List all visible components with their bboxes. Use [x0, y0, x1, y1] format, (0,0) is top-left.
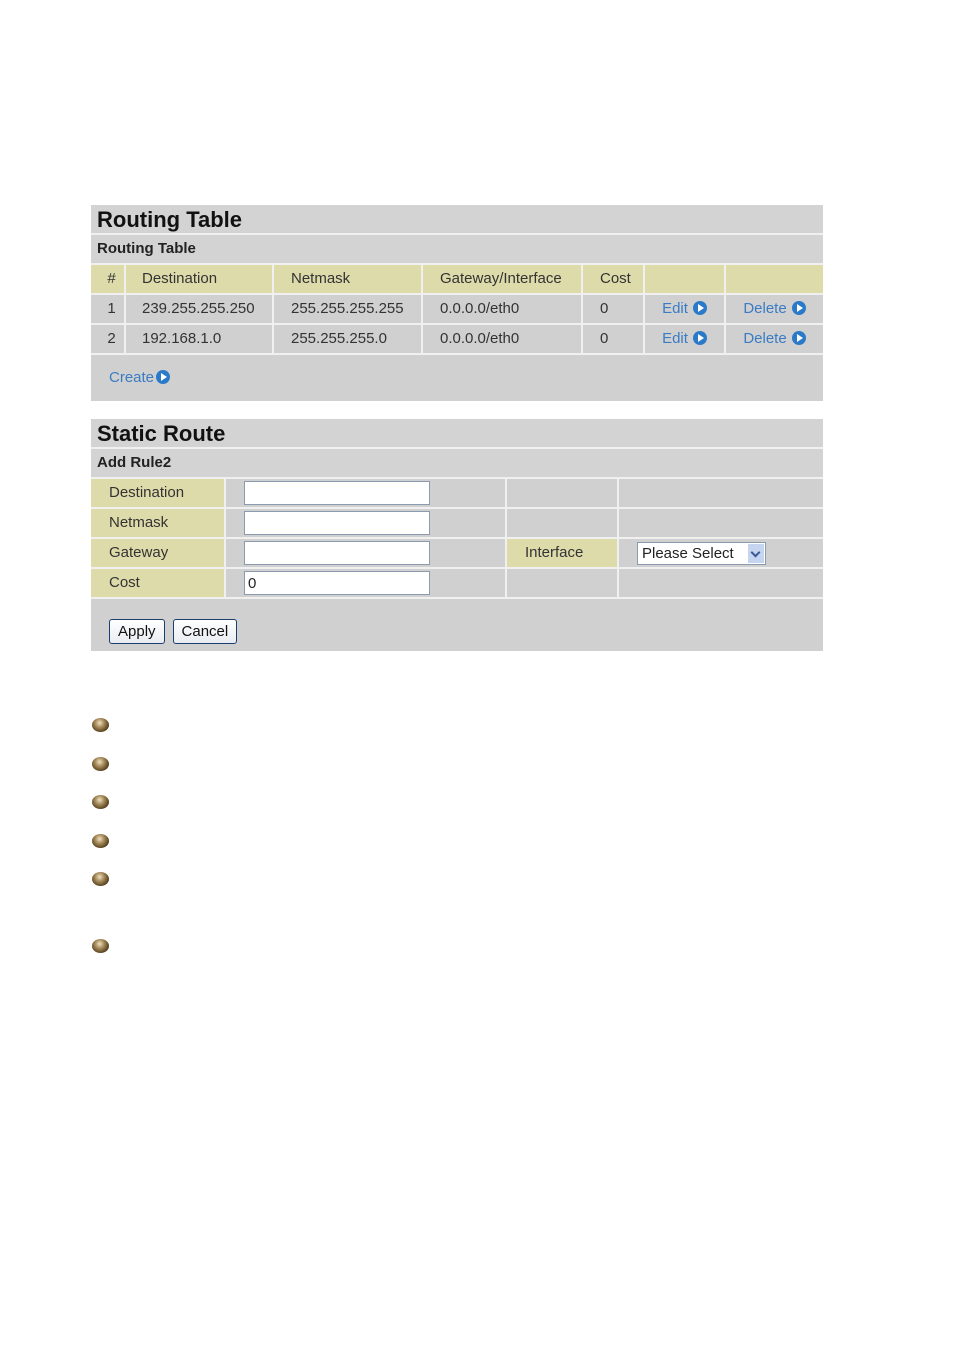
- destination-row: Destination: [91, 479, 823, 509]
- arrow-right-icon[interactable]: [692, 301, 707, 315]
- arrow-right-icon[interactable]: [791, 301, 806, 315]
- arrow-right-icon[interactable]: [692, 331, 707, 345]
- bullet-icon: [92, 939, 109, 953]
- row-cost: 0: [583, 295, 645, 323]
- button-row: Apply Cancel: [91, 599, 823, 644]
- row-netmask: 255.255.255.255: [274, 295, 423, 323]
- column-header-edit: [645, 265, 726, 293]
- row-destination: 192.168.1.0: [126, 325, 274, 353]
- bullet-icon: [92, 872, 109, 886]
- cost-label: Cost: [91, 569, 226, 597]
- interface-label: Interface: [507, 539, 619, 567]
- cost-row: Cost: [91, 569, 823, 599]
- delete-cell: Delete: [726, 295, 823, 323]
- apply-button[interactable]: Apply: [109, 619, 165, 644]
- row-destination: 239.255.255.250: [126, 295, 274, 323]
- column-header-delete: [726, 265, 823, 293]
- row-num: 2: [91, 325, 126, 353]
- edit-link[interactable]: Edit: [662, 330, 688, 347]
- bullet-icon: [92, 834, 109, 848]
- static-route-title: Static Route: [91, 419, 823, 449]
- delete-link[interactable]: Delete: [743, 300, 786, 317]
- row-cost: 0: [583, 325, 645, 353]
- cost-input[interactable]: [244, 571, 430, 595]
- create-link[interactable]: Create: [109, 369, 154, 386]
- netmask-row: Netmask: [91, 509, 823, 539]
- empty-cell: [619, 569, 823, 597]
- bullet-icon: [92, 757, 109, 771]
- interface-select[interactable]: Please Select: [637, 542, 766, 565]
- routing-table-title: Routing Table: [91, 205, 823, 235]
- column-header-destination: Destination: [126, 265, 274, 293]
- chevron-down-icon[interactable]: [748, 544, 764, 563]
- netmask-label: Netmask: [91, 509, 226, 537]
- create-row: Create: [91, 355, 823, 399]
- destination-label: Destination: [91, 479, 226, 507]
- delete-cell: Delete: [726, 325, 823, 353]
- empty-cell: [619, 509, 823, 537]
- empty-cell: [507, 569, 619, 597]
- gateway-row: Gateway Interface Please Select: [91, 539, 823, 569]
- table-row: 1 239.255.255.250 255.255.255.255 0.0.0.…: [91, 295, 823, 325]
- static-route-subtitle: Add Rule2: [91, 449, 823, 479]
- row-netmask: 255.255.255.0: [274, 325, 423, 353]
- arrow-right-icon[interactable]: [791, 331, 806, 345]
- edit-cell: Edit: [645, 325, 726, 353]
- column-header-gateway: Gateway/Interface: [423, 265, 583, 293]
- destination-input[interactable]: [244, 481, 430, 505]
- row-gateway: 0.0.0.0/eth0: [423, 325, 583, 353]
- row-gateway: 0.0.0.0/eth0: [423, 295, 583, 323]
- interface-select-value: Please Select: [642, 545, 734, 562]
- bullet-icon: [92, 795, 109, 809]
- bullet-icon: [92, 718, 109, 732]
- cancel-button[interactable]: Cancel: [172, 619, 238, 644]
- gateway-input[interactable]: [244, 541, 430, 565]
- netmask-input[interactable]: [244, 511, 430, 535]
- routing-table-subtitle: Routing Table: [91, 235, 823, 265]
- empty-cell: [619, 479, 823, 507]
- static-route-panel: Static Route Add Rule2 Destination Netma…: [91, 419, 823, 651]
- edit-link[interactable]: Edit: [662, 300, 688, 317]
- table-header-row: # Destination Netmask Gateway/Interface …: [91, 265, 823, 295]
- empty-cell: [507, 509, 619, 537]
- delete-link[interactable]: Delete: [743, 330, 786, 347]
- column-header-netmask: Netmask: [274, 265, 423, 293]
- arrow-right-icon[interactable]: [156, 370, 171, 384]
- edit-cell: Edit: [645, 295, 726, 323]
- gateway-label: Gateway: [91, 539, 226, 567]
- column-header-cost: Cost: [583, 265, 645, 293]
- table-row: 2 192.168.1.0 255.255.255.0 0.0.0.0/eth0…: [91, 325, 823, 355]
- routing-table-panel: Routing Table Routing Table # Destinatio…: [91, 205, 823, 401]
- row-num: 1: [91, 295, 126, 323]
- empty-cell: [507, 479, 619, 507]
- column-header-num: #: [91, 265, 126, 293]
